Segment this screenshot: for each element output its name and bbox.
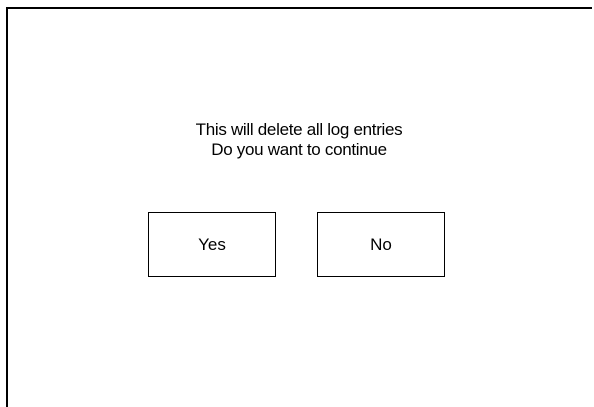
- no-button-label: No: [370, 234, 392, 254]
- confirm-message: This will delete all log entries Do you …: [100, 120, 498, 160]
- panel-frame: [6, 7, 592, 407]
- screen: This will delete all log entries Do you …: [0, 0, 594, 407]
- yes-button-label: Yes: [198, 234, 226, 254]
- yes-button[interactable]: Yes: [148, 212, 276, 277]
- message-line-2: Do you want to continue: [211, 140, 387, 159]
- message-line-1: This will delete all log entries: [195, 120, 403, 139]
- no-button[interactable]: No: [317, 212, 445, 277]
